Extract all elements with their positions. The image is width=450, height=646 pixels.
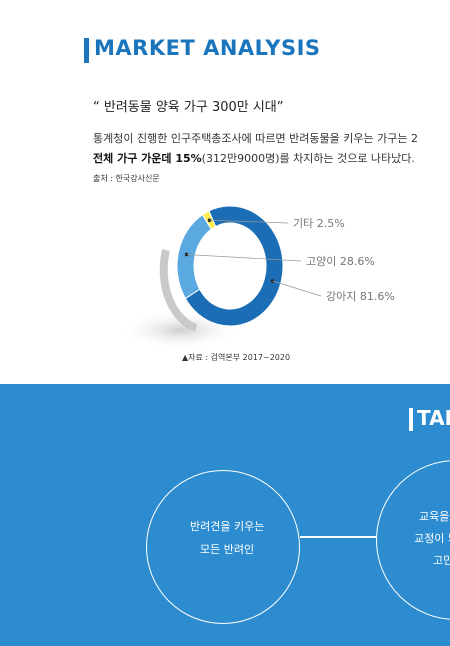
circle-2-text-line-2: 교정이 되 (414, 532, 450, 545)
chart-caption: ▲자료 : 검역본부 2017~2020 (182, 353, 291, 362)
chart-label-1: 고양이 28.6% (306, 255, 375, 268)
circle-1-text-line-2: 모든 반려인 (200, 543, 255, 556)
section-title: MARKET ANALYSIS (94, 36, 321, 60)
market-analysis-section: MARKET ANALYSIS “ 반려동물 양육 가구 300만 시대” 통계… (0, 0, 450, 384)
circle-2-text-line-1: 교육을 (419, 510, 450, 523)
body-text-rest: (312만9000명)를 차지하는 것으로 나타났다. (201, 152, 415, 165)
target-section: TAR 반려견을 키우는 모든 반려인 교육을 교정이 되 고민 (0, 384, 450, 646)
circle-1-text-line-1: 반려견을 키우는 (190, 520, 265, 533)
donut-slices (176, 205, 284, 327)
body-text-line-1: 통계청이 진행한 인구주택총조사에 따르면 반려동물을 키우는 가구는 2 (93, 132, 418, 145)
pet-ownership-donut-chart: 강아지 81.6% 고양이 28.6% 기타 2.5% (120, 205, 395, 350)
target-title-accent-bar (409, 408, 413, 431)
body-text-line-2: 전체 가구 가운데 15%(312만9000명)를 차지하는 것으로 나타났다. (93, 150, 415, 166)
leader-line-0 (272, 280, 322, 297)
headline-quote: “ 반려동물 양육 가구 300만 시대” (93, 100, 284, 115)
body-text-highlight: 전체 가구 가운데 15% (93, 152, 202, 165)
circle-2-text-line-3: 고민 (433, 554, 450, 567)
donut-hole (195, 224, 265, 308)
circle-connector-line (300, 536, 376, 538)
chart-label-2: 기타 2.5% (293, 217, 345, 230)
title-accent-bar (84, 38, 89, 63)
source-note: 출처 : 한국강사신문 (93, 174, 160, 183)
chart-label-0: 강아지 81.6% (326, 290, 395, 303)
target-section-title: TAR (417, 406, 450, 430)
